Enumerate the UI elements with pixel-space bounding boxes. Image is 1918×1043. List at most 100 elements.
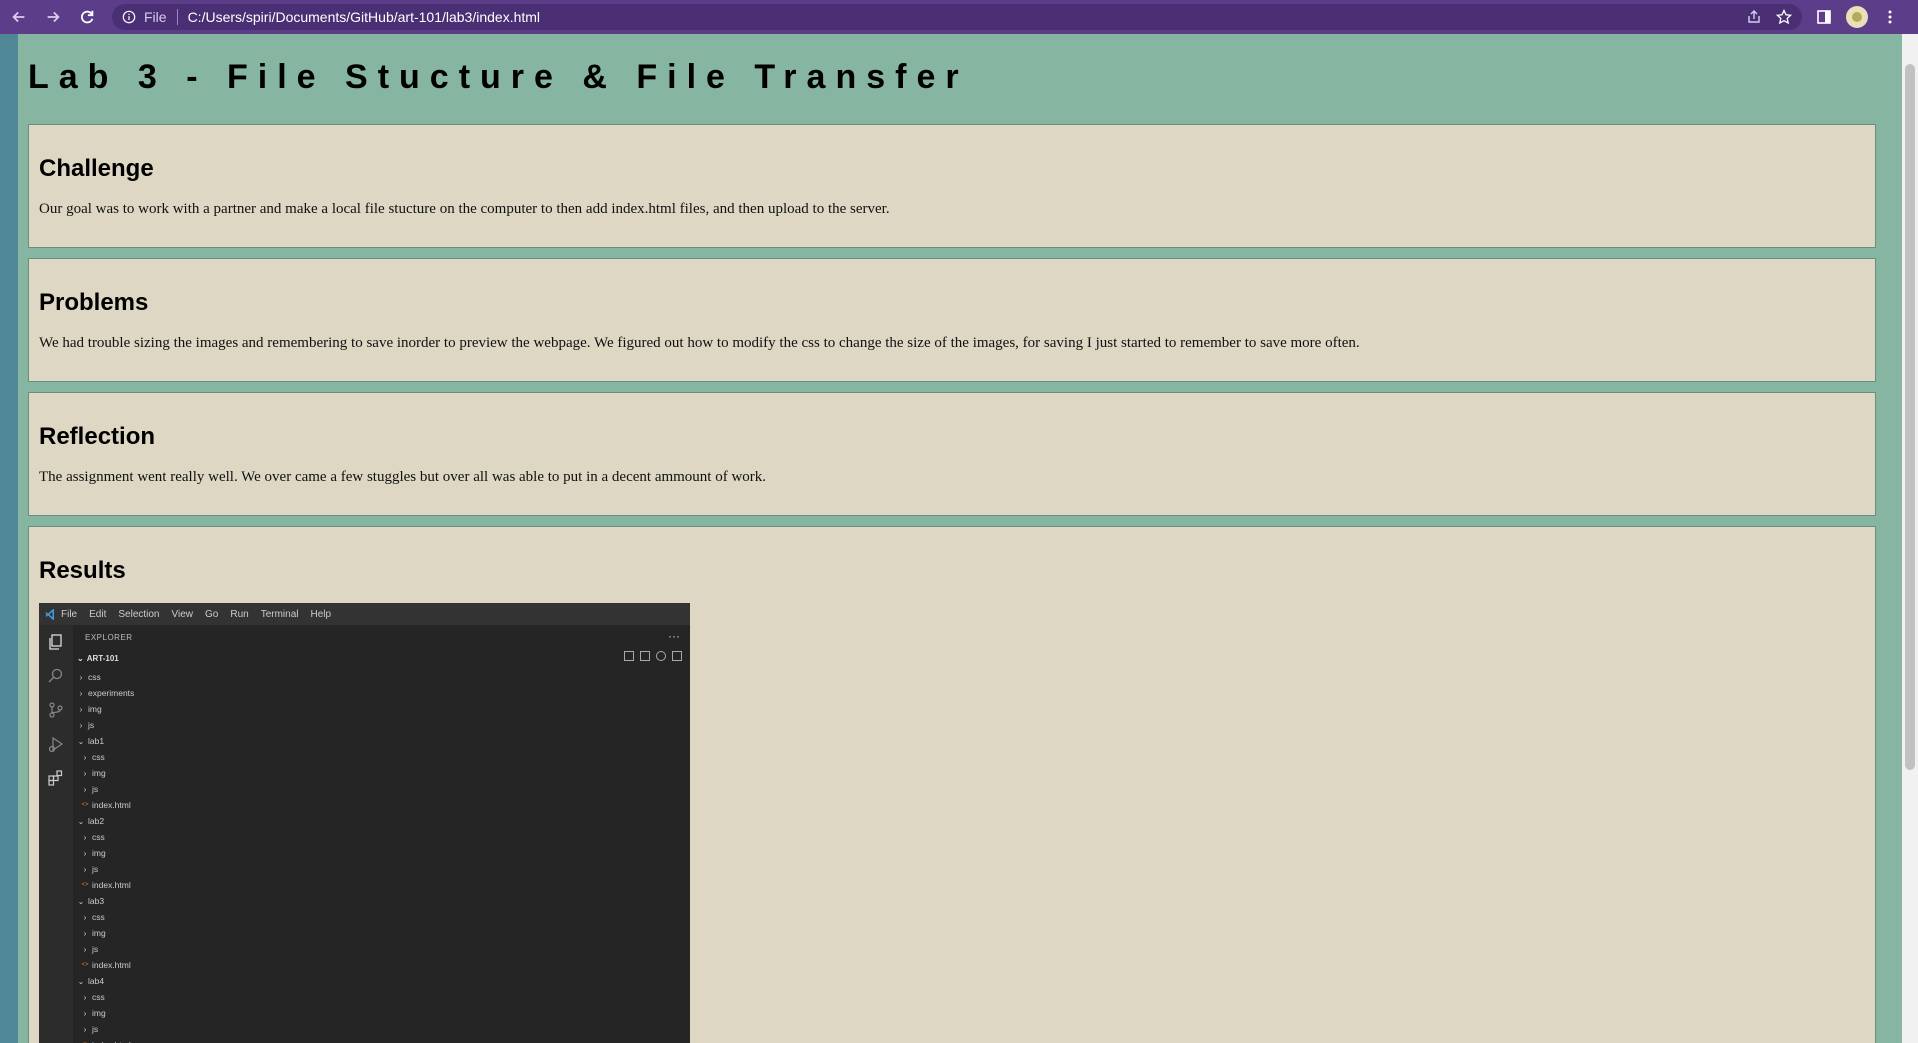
tree-item-label: index.html [92, 800, 131, 810]
chevron-right-icon: › [79, 720, 83, 730]
profile-avatar[interactable] [1846, 6, 1868, 28]
chevron-down-icon: ⌄ [77, 896, 85, 906]
tree-item-label: css [92, 992, 105, 1002]
tree-item: › css [73, 669, 134, 685]
tree-item: › css [73, 749, 134, 765]
address-divider [176, 9, 178, 25]
menu-help: Help [310, 608, 332, 620]
vscode-sidebar: EXPLORER ··· ⌄ ART-101 › css › experiments ›… [73, 625, 690, 1043]
source-control-icon [39, 693, 73, 727]
tree-item-label: lab1 [88, 736, 105, 746]
tree-item: › css [73, 829, 134, 845]
tree-item: › img [73, 925, 134, 941]
menu-file: File [61, 608, 78, 620]
page-scrollbar[interactable] [1902, 34, 1918, 1043]
problems-heading: Problems [39, 289, 149, 316]
scrollbar-thumb[interactable] [1905, 64, 1915, 770]
menu-selection: Selection [118, 608, 160, 620]
chevron-down-icon: ⌄ [77, 654, 84, 663]
chevron-right-icon: › [83, 928, 87, 938]
vscode-logo-icon [39, 608, 61, 620]
challenge-section: Challenge Our goal was to work with a pa… [28, 124, 1876, 248]
tree-item-label: index.html [92, 880, 131, 890]
share-icon[interactable] [1746, 9, 1762, 25]
html-file-icon: <> [81, 802, 89, 808]
reload-icon [81, 10, 94, 24]
arrow-left-icon [12, 11, 25, 23]
tree-item: › js [73, 717, 134, 733]
vscode-activity-bar [39, 625, 73, 1043]
tree-item-label: lab3 [88, 896, 105, 906]
challenge-text: Our goal was to work with a partner and … [39, 201, 890, 217]
chevron-right-icon: › [83, 768, 87, 778]
tree-item-label: img [92, 1008, 106, 1018]
problems-text: We had trouble sizing the images and rem… [39, 335, 1360, 351]
star-icon[interactable] [1776, 9, 1792, 25]
refresh-icon [656, 651, 666, 661]
reflection-heading: Reflection [39, 423, 156, 450]
tree-item: ⌄ lab1 [73, 733, 134, 749]
address-bar[interactable]: File C:/Users/spiri/Documents/GitHub/art… [112, 4, 1802, 30]
chevron-right-icon: › [83, 752, 87, 762]
problems-section: Problems We had trouble sizing the image… [28, 258, 1876, 382]
side-panel-icon[interactable] [1816, 9, 1832, 25]
chevron-right-icon: › [83, 848, 87, 858]
tree-item-label: css [92, 752, 105, 762]
arrow-right-icon [47, 11, 60, 23]
run-debug-icon [39, 727, 73, 761]
more-menu-icon[interactable] [1882, 9, 1898, 25]
menu-run: Run [230, 608, 249, 620]
url-scheme: File [144, 9, 167, 25]
info-icon[interactable] [122, 10, 136, 24]
chevron-right-icon: › [83, 912, 87, 922]
reflection-section: Reflection The assignment went really we… [28, 392, 1876, 516]
chevron-right-icon: › [79, 688, 83, 698]
tree-item: <>index.html [73, 797, 134, 813]
menu-view: View [171, 608, 194, 620]
url-text[interactable]: C:/Users/spiri/Documents/GitHub/art-101/… [188, 9, 540, 25]
tree-item-label: index.html [92, 960, 131, 970]
results-section: Results File Edit Selection View Go Run … [28, 526, 1876, 1043]
chevron-right-icon: › [79, 672, 83, 682]
tree-item: › js [73, 1021, 134, 1037]
chevron-right-icon: › [83, 992, 87, 1002]
page-title: Lab 3 - File Stucture & File Transfer [28, 58, 969, 96]
reload-button[interactable] [72, 2, 102, 32]
tree-item: › js [73, 781, 134, 797]
menu-edit: Edit [89, 608, 107, 620]
tree-item: › img [73, 1005, 134, 1021]
tree-item-label: js [92, 864, 99, 874]
chevron-right-icon: › [79, 704, 83, 714]
tree-item: › css [73, 989, 134, 1005]
chevron-right-icon: › [83, 832, 87, 842]
challenge-heading: Challenge [39, 155, 154, 182]
tree-item: › js [73, 941, 134, 957]
tree-item-label: css [92, 912, 105, 922]
tree-item: › img [73, 701, 134, 717]
search-icon [39, 659, 73, 693]
forward-button[interactable] [38, 2, 68, 32]
vscode-menubar: File Edit Selection View Go Run Terminal… [39, 603, 690, 625]
chevron-right-icon: › [83, 1024, 87, 1034]
tree-item-label: img [88, 704, 102, 714]
menu-terminal: Terminal [260, 608, 299, 620]
chevron-right-icon: › [83, 1008, 87, 1018]
results-screenshot: File Edit Selection View Go Run Terminal… [39, 603, 690, 1043]
tree-item: › experiments [73, 685, 135, 701]
tree-item-label: js [88, 720, 95, 730]
explorer-label: EXPLORER [85, 633, 133, 642]
new-folder-icon [640, 651, 650, 661]
tree-item: › css [73, 909, 134, 925]
menu-go: Go [205, 608, 219, 620]
reflection-text: The assignment went really well. We over… [39, 469, 767, 485]
tree-item: ⌄ lab3 [73, 893, 134, 909]
explorer-tools [624, 651, 682, 661]
tree-item: ⌄ lab4 [73, 973, 134, 989]
chevron-down-icon: ⌄ [77, 736, 85, 746]
back-button[interactable] [4, 2, 34, 32]
tree-item: <>index.html [73, 1037, 134, 1043]
extensions-icon [39, 761, 73, 795]
explorer-more: ··· [668, 629, 680, 643]
tree-item-label: img [92, 848, 106, 858]
tree-item-label: lab4 [88, 976, 105, 986]
